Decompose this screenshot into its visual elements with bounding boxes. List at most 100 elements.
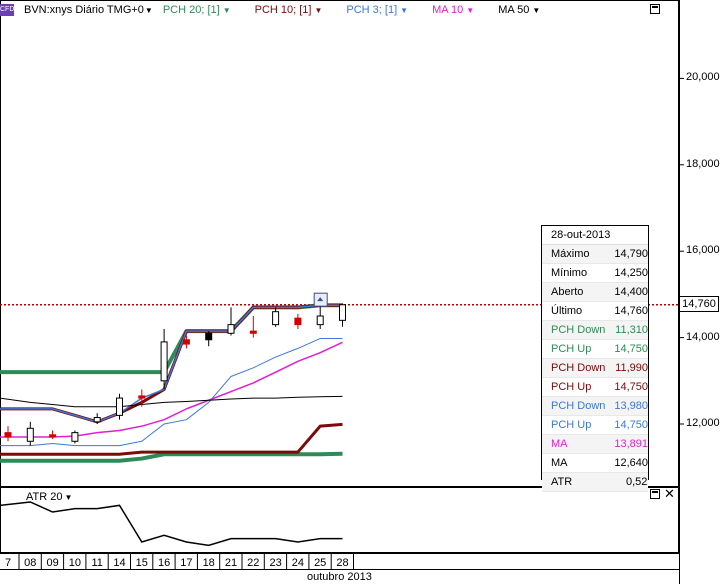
candle-body — [339, 304, 346, 321]
data-window-row: MA 13,891 — [542, 435, 648, 454]
data-window-row: PCH Up 14,750 — [542, 340, 648, 359]
data-window-value: 14,760 — [614, 305, 648, 317]
y-tick-label: 14,000 — [686, 330, 720, 343]
chevron-down-icon: ▼ — [532, 6, 541, 15]
data-window-value: 14,250 — [614, 267, 648, 279]
chevron-down-icon: ▼ — [314, 6, 323, 15]
month-label: outubro 2013 — [307, 571, 372, 583]
data-window-value: 14,750 — [614, 419, 648, 431]
data-window-value: 13,980 — [614, 400, 648, 412]
data-window-row: PCH Up 14,750 — [542, 378, 648, 397]
x-tick-label: 16 — [158, 557, 170, 569]
legend-item[interactable]: PCH 20; [1] ▼ — [163, 4, 243, 16]
atr-line — [0, 501, 343, 547]
data-window-row: MA 12,640 — [542, 454, 648, 473]
series-line-pch-20-up — [0, 303, 343, 375]
data-window-row: PCH Down 11,310 — [542, 321, 648, 340]
candle-body — [160, 341, 168, 382]
data-window-key: PCH Down — [551, 362, 606, 374]
chevron-down-icon: ▼ — [466, 6, 475, 15]
x-tick-label: 21 — [225, 557, 237, 569]
x-tick-label: 15 — [136, 557, 148, 569]
chevron-down-icon: ▼ — [400, 6, 409, 15]
candle-body — [26, 427, 34, 442]
data-window-key: Último — [551, 305, 583, 317]
candle-body — [294, 317, 302, 326]
data-window-key: Mínimo — [551, 267, 588, 279]
y-tick-label: 18,000 — [686, 157, 720, 170]
data-window-key: PCH Down — [551, 324, 606, 336]
legend-item[interactable]: PCH 10; [1] ▼ — [255, 4, 335, 16]
data-window-key: Aberto — [551, 286, 584, 298]
y-tick-label: 16,000 — [686, 244, 720, 257]
data-window-value: 14,750 — [614, 343, 648, 355]
candle-body — [4, 432, 12, 438]
data-window-value: 0,52 — [626, 476, 648, 488]
atr-panel-frame — [0, 487, 679, 553]
x-tick-label: 08 — [24, 557, 36, 569]
x-tick-label: 7 — [5, 557, 11, 569]
x-tick-label: 28 — [336, 557, 348, 569]
data-window-date: 28-out-2013 — [542, 226, 648, 245]
candle-body — [205, 332, 213, 341]
data-window-row: PCH Down 13,980 — [542, 397, 648, 416]
cfd-symbol-icon: CFD — [0, 4, 14, 16]
x-tick-label: 23 — [269, 557, 281, 569]
data-window-key: MA — [551, 438, 568, 450]
data-window-key: PCH Up — [551, 419, 592, 431]
chevron-down-icon: ▼ — [222, 6, 231, 15]
data-window-row: Máximo 14,790 — [542, 245, 648, 264]
data-window-key: PCH Up — [551, 381, 592, 393]
candle-body — [249, 330, 257, 334]
candle-body — [182, 339, 190, 345]
chevron-down-icon[interactable]: ▼ — [145, 6, 153, 15]
data-window-row: ATR 0,52 — [542, 473, 648, 492]
candle-body — [227, 324, 235, 334]
last-price-tag: 14,760 — [679, 296, 719, 312]
legend-item[interactable]: PCH 3; [1] ▼ — [346, 4, 420, 16]
legend-item[interactable]: MA 10 ▼ — [432, 4, 486, 16]
data-window-value: 14,400 — [614, 286, 648, 298]
data-window-row: Aberto 14,400 — [542, 283, 648, 302]
atr-label[interactable]: ATR 20 ▼ — [26, 491, 72, 503]
data-window-key: PCH Down — [551, 400, 606, 412]
data-window-value: 12,640 — [614, 457, 648, 469]
legend-items: PCH 20; [1] ▼ PCH 10; [1] ▼ PCH 3; [1] ▼ MA 10… — [163, 4, 564, 16]
data-window-value: 11,310 — [615, 324, 648, 336]
candle-body — [138, 395, 146, 399]
data-window-key: ATR — [551, 476, 573, 488]
legend-item[interactable]: MA 50 ▼ — [498, 4, 552, 16]
data-window: 28-out-2013 Máximo 14,790 Mínimo 14,250 Aber… — [541, 225, 649, 492]
x-tick-label: 25 — [314, 557, 326, 569]
chart-legend: CFD BVN:xnys Diário TMG+0 ▼ PCH 20; [1] ▼ P… — [0, 3, 564, 17]
maximize-icon[interactable] — [650, 4, 660, 14]
candle-body — [71, 432, 79, 442]
chevron-down-icon: ▼ — [64, 493, 73, 502]
data-window-key: PCH Up — [551, 343, 592, 355]
x-tick-label: 10 — [69, 557, 81, 569]
series-line-pch-10-down — [0, 422, 343, 456]
instrument-title[interactable]: BVN:xnys Diário TMG+0 — [24, 4, 144, 16]
x-tick-label: 18 — [203, 557, 215, 569]
data-window-value: 14,790 — [614, 248, 648, 260]
x-tick-label: 09 — [46, 557, 58, 569]
y-tick-label: 12,000 — [686, 417, 720, 429]
candle-body — [272, 311, 280, 326]
data-window-value: 11,990 — [615, 362, 648, 374]
data-window-row: PCH Up 14,750 — [542, 416, 648, 435]
data-window-key: MA — [551, 457, 568, 469]
data-window-value: 14,750 — [614, 381, 648, 393]
data-window-row: Último 14,760 — [542, 302, 648, 321]
x-tick-label: 22 — [247, 557, 259, 569]
y-tick-label: 20,000 — [686, 71, 720, 84]
close-icon[interactable]: ✕ — [664, 487, 675, 500]
candle-body — [93, 417, 101, 423]
candle-body — [49, 434, 57, 438]
data-window-key: Máximo — [551, 248, 590, 260]
x-tick-label: 14 — [113, 557, 125, 569]
data-window-row: PCH Down 11,990 — [542, 359, 648, 378]
x-tick-label: 17 — [180, 557, 192, 569]
x-tick-label: 24 — [292, 557, 304, 569]
x-tick-label: 11 — [91, 557, 102, 569]
atr-maximize-icon[interactable] — [650, 489, 660, 499]
